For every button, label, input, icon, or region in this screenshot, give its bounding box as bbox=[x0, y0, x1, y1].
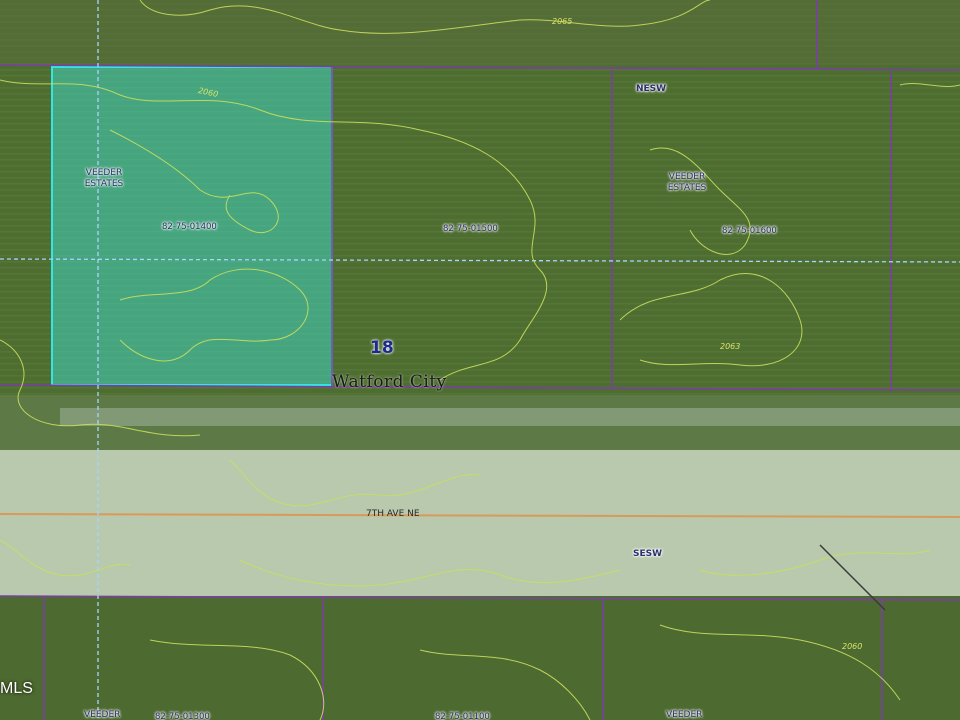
quarter-quarter-label: SESW bbox=[633, 549, 663, 559]
parcel-id-label[interactable]: 82-75-01300 bbox=[155, 712, 210, 720]
contour-elevation-label: 2065 bbox=[552, 17, 573, 26]
subdivision-label: VEEDER ESTATES bbox=[667, 172, 707, 193]
contour-elevation-label: 2060 bbox=[842, 642, 863, 651]
road-name-label: 7TH AVE NE bbox=[366, 509, 420, 519]
parcel-id-label[interactable]: 82-75-01100 bbox=[435, 712, 490, 720]
north-field bbox=[0, 0, 960, 65]
subdivision-label: VEEDER bbox=[84, 710, 121, 720]
mls-watermark: MLS bbox=[0, 680, 33, 697]
quarter-quarter-label: NESW bbox=[636, 84, 667, 94]
south-field bbox=[0, 596, 960, 720]
parcel-map[interactable]: 82-75-01400 82-75-01500 82-75-01600 VEED… bbox=[0, 0, 960, 720]
parcel-id-label[interactable]: 82-75-01600 bbox=[722, 226, 777, 237]
roadside-gravel bbox=[60, 408, 960, 426]
road-surface bbox=[0, 450, 960, 596]
section-number: 18 bbox=[370, 338, 394, 358]
township-label: Watford City bbox=[332, 372, 447, 392]
contour-elevation-label: 2063 bbox=[720, 342, 741, 351]
parcel-id-label[interactable]: 82-75-01400 bbox=[162, 222, 217, 233]
map-graphics bbox=[0, 0, 960, 720]
subdivision-label: VEEDER ESTATES bbox=[84, 168, 124, 189]
parcel-id-label[interactable]: 82-75-01500 bbox=[443, 224, 498, 235]
subdivision-label: VEEDER bbox=[666, 710, 703, 720]
